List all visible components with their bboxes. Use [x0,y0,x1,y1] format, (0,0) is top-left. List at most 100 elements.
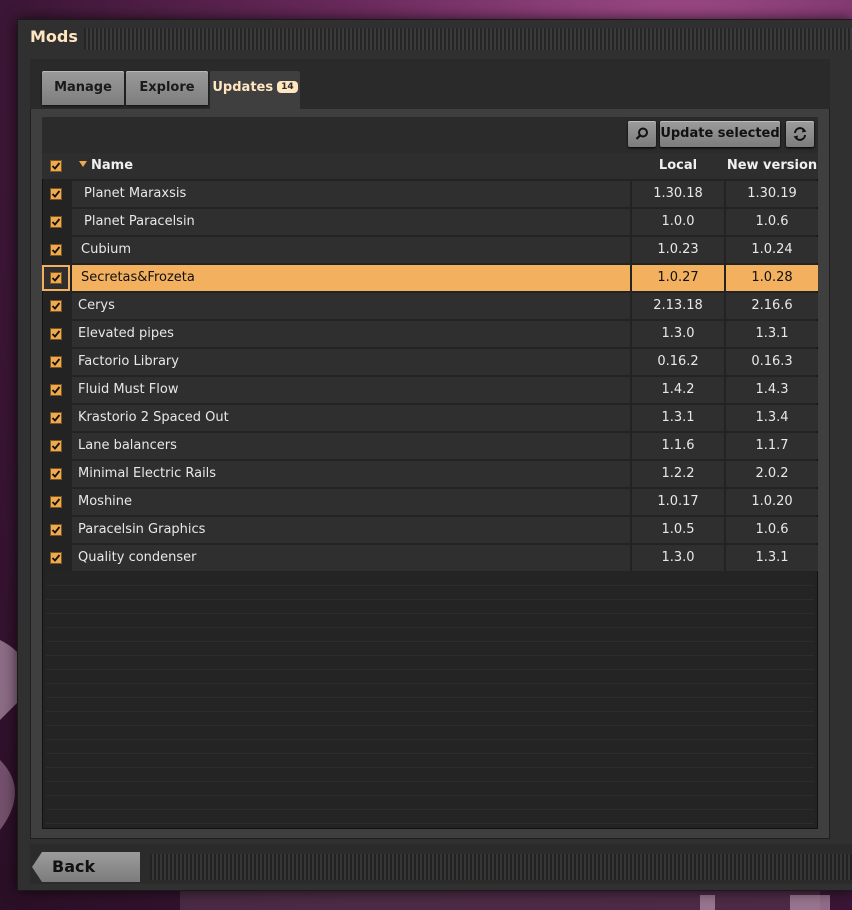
checkmark-icon [51,302,61,310]
tab-updates[interactable]: Updates 14 [210,71,300,109]
row-checkbox[interactable] [50,524,62,536]
table-row[interactable]: Krastorio 2 Spaced Out 1.3.1 1.3.4 [42,405,818,431]
row-checkbox[interactable] [50,300,62,312]
local-version-cell: 1.3.0 [632,321,724,347]
local-version-cell: 1.0.27 [632,265,724,291]
row-select-cell[interactable] [42,461,70,487]
row-checkbox[interactable] [50,272,62,284]
row-select-cell[interactable] [42,517,70,543]
header-select-all[interactable] [42,153,70,179]
update-selected-label: Update selected [660,126,780,141]
new-version-cell: 1.3.1 [726,321,818,347]
local-version-cell: 1.3.0 [632,545,724,571]
row-checkbox[interactable] [50,412,62,424]
checkmark-icon [51,554,61,562]
mod-name-cell: Fluid Must Flow [72,377,630,403]
row-checkbox[interactable] [50,188,62,200]
column-header-local-version[interactable]: Local version [632,153,724,199]
column-header-name[interactable]: Name [72,153,630,179]
local-version-cell: 1.0.5 [632,517,724,543]
new-version: 1.1.7 [755,438,789,453]
new-version: 1.3.1 [755,550,789,565]
updates-table: Update selected Name Local New version P… [42,117,818,829]
tab-manage[interactable]: Manage [42,71,124,105]
local-version-cell: 1.1.6 [632,433,724,459]
row-checkbox[interactable] [50,328,62,340]
row-select-cell[interactable] [42,349,70,375]
local-version-cell: 1.3.1 [632,405,724,431]
mod-name: Fluid Must Flow [78,382,179,397]
row-select-cell[interactable] [42,181,70,207]
row-select-cell[interactable] [42,433,70,459]
mod-name: Planet Maraxsis [84,186,187,201]
table-row[interactable]: Lane balancers 1.1.6 1.1.7 [42,433,818,459]
new-version: 1.3.4 [755,410,789,425]
table-row[interactable]: Paracelsin Graphics 1.0.5 1.0.6 [42,517,818,543]
titlebar-drag-handle[interactable] [84,28,852,50]
row-select-cell[interactable] [42,405,70,431]
new-version: 1.4.3 [755,382,789,397]
new-version-cell: 1.3.4 [726,405,818,431]
row-checkbox[interactable] [50,216,62,228]
local-version: 1.30.18 [653,186,703,201]
local-version-cell: 1.0.23 [632,237,724,263]
column-header-new-version[interactable]: New version [726,153,818,179]
row-select-cell[interactable] [42,293,70,319]
new-version-cell: 1.0.6 [726,517,818,543]
new-version: 2.16.6 [751,298,793,313]
new-version: 1.3.1 [755,326,789,341]
row-checkbox[interactable] [50,552,62,564]
new-version-cell: 1.1.7 [726,433,818,459]
row-checkbox[interactable] [50,384,62,396]
row-checkbox[interactable] [50,496,62,508]
row-select-cell[interactable] [42,237,70,263]
mod-name-cell: Paracelsin Graphics [72,517,630,543]
new-version: 2.0.2 [755,466,789,481]
back-button-label: Back [52,857,96,876]
mod-name-cell: Krastorio 2 Spaced Out [72,405,630,431]
table-row[interactable]: Cubium 1.0.23 1.0.24 [42,237,818,263]
table-row[interactable]: Fluid Must Flow 1.4.2 1.4.3 [42,377,818,403]
checkmark-icon [51,358,61,366]
table-row[interactable]: Quality condenser 1.3.0 1.3.1 [42,545,818,571]
checkmark-icon [51,470,61,478]
titlebar: Mods [18,20,852,56]
row-checkbox[interactable] [50,244,62,256]
row-select-cell[interactable] [42,377,70,403]
row-select-cell[interactable] [42,545,70,571]
table-row[interactable]: Planet Maraxsis 1.30.18 1.30.19 [42,181,818,207]
search-button[interactable] [628,121,656,147]
local-version: 1.2.2 [661,466,695,481]
table-row[interactable]: Elevated pipes 1.3.0 1.3.1 [42,321,818,347]
checkmark-icon [51,442,61,450]
row-checkbox[interactable] [50,468,62,480]
select-all-checkbox[interactable] [50,160,62,172]
table-row[interactable]: Factorio Library 0.16.2 0.16.3 [42,349,818,375]
row-select-cell[interactable] [42,265,70,291]
new-version: 1.0.20 [751,494,793,509]
update-selected-button[interactable]: Update selected [660,121,780,147]
new-version: 1.30.19 [747,186,797,201]
table-row[interactable]: Planet Paracelsin 1.0.0 1.0.6 [42,209,818,235]
back-button[interactable]: Back [32,852,140,882]
row-checkbox[interactable] [50,356,62,368]
table-row[interactable]: Secretas&Frozeta 1.0.27 1.0.28 [42,265,818,291]
refresh-button[interactable] [786,121,814,147]
sort-desc-icon [79,161,87,167]
row-select-cell[interactable] [42,321,70,347]
local-version: 1.0.5 [661,522,695,537]
table-toolbar: Update selected [42,117,818,153]
local-version-cell: 1.30.18 [632,181,724,207]
local-version: 1.0.23 [657,242,699,257]
table-row[interactable]: Moshine 1.0.17 1.0.20 [42,489,818,515]
new-version: 1.0.6 [755,214,789,229]
mod-name: Lane balancers [78,438,177,453]
window-title: Mods [30,27,78,46]
row-select-cell[interactable] [42,209,70,235]
table-row[interactable]: Minimal Electric Rails 1.2.2 2.0.2 [42,461,818,487]
table-row[interactable]: Cerys 2.13.18 2.16.6 [42,293,818,319]
row-select-cell[interactable] [42,489,70,515]
tab-explore[interactable]: Explore [126,71,208,105]
local-version-cell: 1.0.0 [632,209,724,235]
row-checkbox[interactable] [50,440,62,452]
